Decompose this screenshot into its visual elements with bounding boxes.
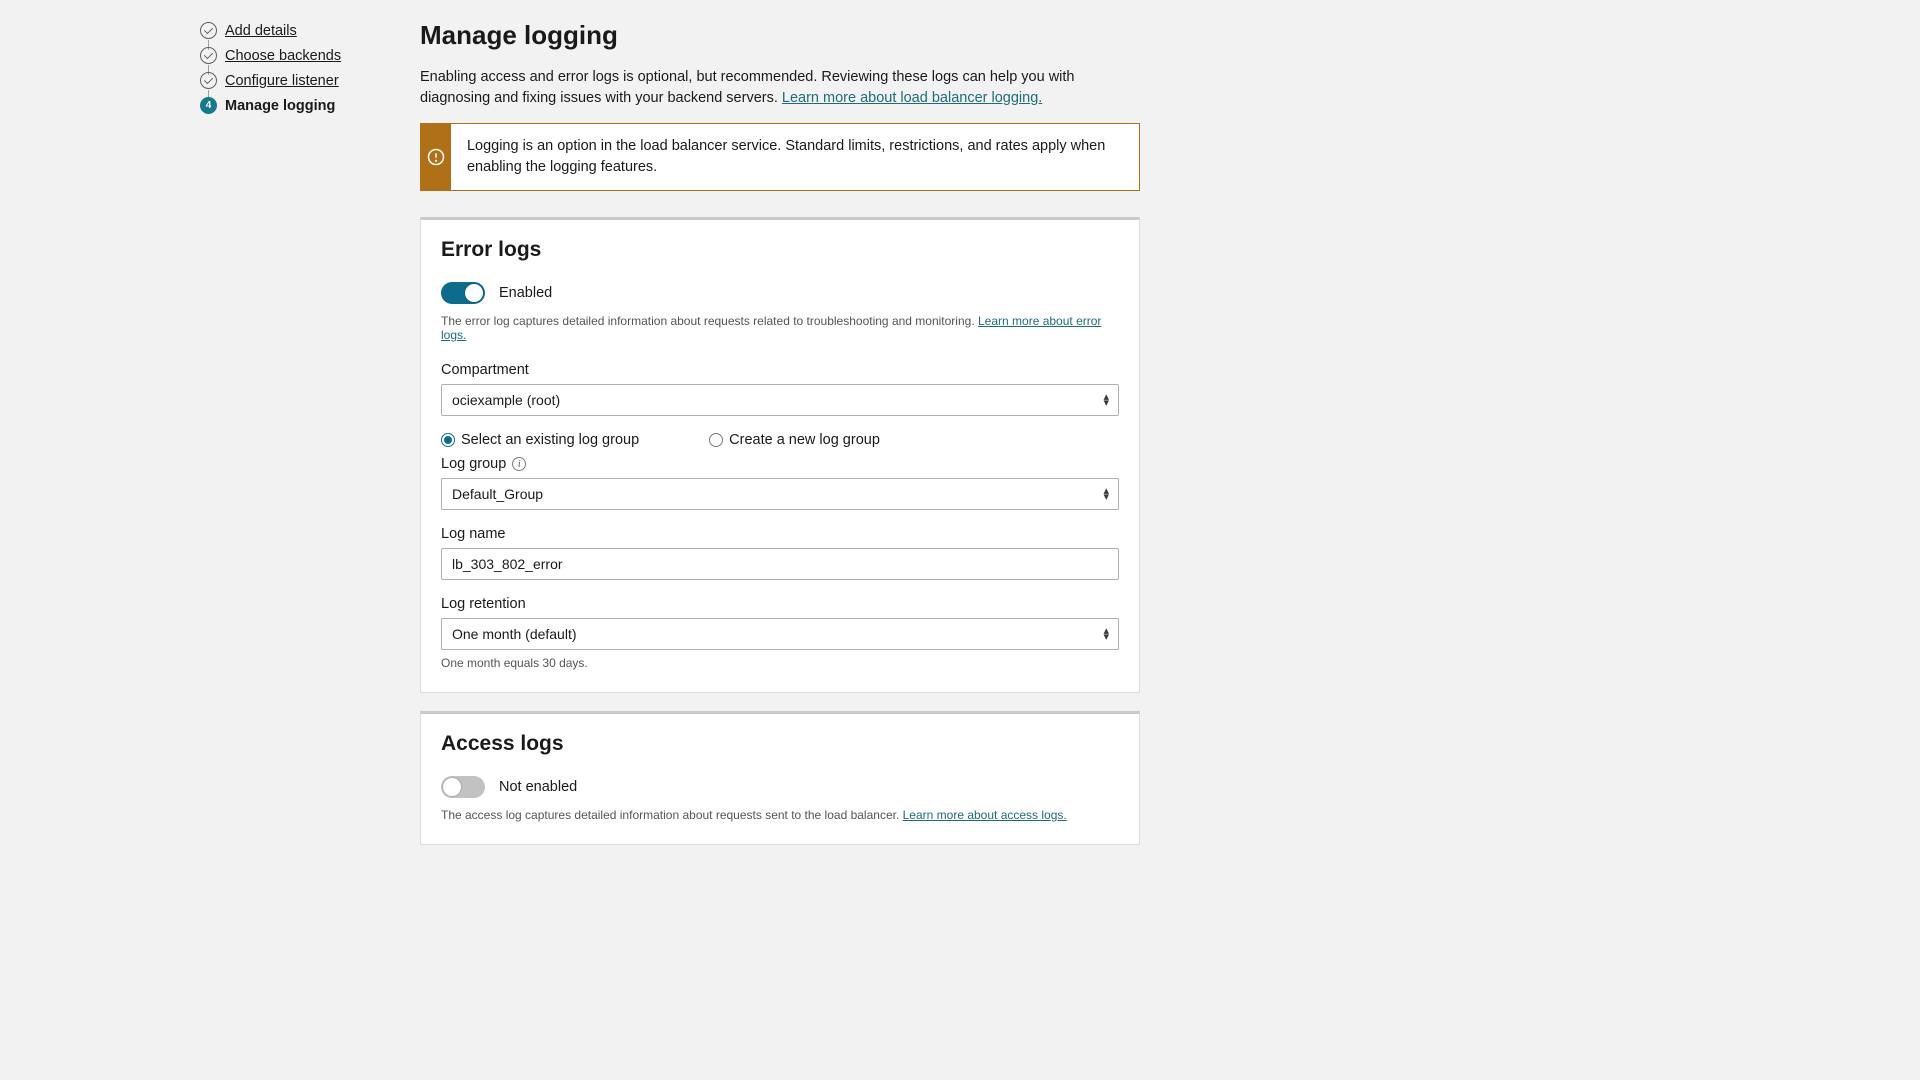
page-title: Manage logging [420, 20, 1140, 51]
chevron-updown-icon: ▴▾ [1103, 394, 1108, 406]
step-configure-listener[interactable]: Configure listener [200, 72, 370, 89]
chevron-updown-icon: ▴▾ [1103, 628, 1108, 640]
step-label: Manage logging [225, 98, 335, 114]
step-manage-logging[interactable]: 4 Manage logging [200, 97, 370, 114]
log-name-field: Log name lb_303_802_error [441, 526, 1119, 580]
select-value: One month (default) [452, 626, 577, 642]
card-title: Access logs [441, 732, 1119, 756]
access-logs-card: Access logs Not enabled The access log c… [420, 711, 1140, 845]
check-icon [200, 72, 217, 89]
radio-label: Select an existing log group [461, 432, 639, 448]
compartment-select[interactable]: ociexample (root) ▴▾ [441, 384, 1119, 416]
error-logs-description: The error log captures detailed informat… [441, 314, 1119, 342]
error-logs-toggle[interactable] [441, 282, 485, 304]
compartment-field: Compartment ociexample (root) ▴▾ [441, 362, 1119, 416]
learn-more-lb-logging-link[interactable]: Learn more about load balancer logging. [782, 90, 1042, 106]
check-icon [200, 22, 217, 39]
check-icon [200, 47, 217, 64]
field-label: Log name [441, 526, 1119, 542]
warning-banner: Logging is an option in the load balance… [420, 123, 1140, 191]
learn-more-access-logs-link[interactable]: Learn more about access logs. [903, 808, 1067, 822]
select-value: Default_Group [452, 486, 543, 502]
field-label: Compartment [441, 362, 1119, 378]
toggle-state-label: Not enabled [499, 779, 577, 795]
step-label[interactable]: Add details [225, 23, 297, 39]
toggle-state-label: Enabled [499, 285, 552, 301]
select-value: ociexample (root) [452, 392, 560, 408]
radio-label: Create a new log group [729, 432, 880, 448]
field-label: Log group i [441, 456, 1119, 472]
step-choose-backends[interactable]: Choose backends [200, 47, 370, 64]
radio-icon [709, 433, 723, 447]
access-logs-toggle[interactable] [441, 776, 485, 798]
main-content: Manage logging Enabling access and error… [420, 20, 1140, 863]
field-help: One month equals 30 days. [441, 656, 1119, 670]
intro-text: Enabling access and error logs is option… [420, 67, 1140, 109]
step-label[interactable]: Choose backends [225, 48, 341, 64]
log-name-input[interactable]: lb_303_802_error [441, 548, 1119, 580]
step-label[interactable]: Configure listener [225, 73, 339, 89]
log-group-select[interactable]: Default_Group ▴▾ [441, 478, 1119, 510]
log-retention-field: Log retention One month (default) ▴▾ One… [441, 596, 1119, 670]
field-label: Log retention [441, 596, 1119, 612]
alert-icon [421, 124, 451, 190]
banner-text: Logging is an option in the load balance… [451, 124, 1139, 190]
error-logs-card: Error logs Enabled The error log capture… [420, 217, 1140, 693]
wizard-steps: Add details Choose backends Configure li… [200, 20, 370, 863]
step-add-details[interactable]: Add details [200, 22, 370, 39]
info-icon[interactable]: i [512, 457, 526, 471]
radio-create-log-group[interactable]: Create a new log group [709, 432, 880, 448]
card-title: Error logs [441, 238, 1119, 262]
log-group-radio-group: Select an existing log group Create a ne… [441, 432, 1119, 448]
chevron-updown-icon: ▴▾ [1103, 488, 1108, 500]
step-number-icon: 4 [200, 97, 217, 114]
log-group-field: Log group i Default_Group ▴▾ [441, 456, 1119, 510]
input-value: lb_303_802_error [452, 556, 563, 572]
access-logs-description: The access log captures detailed informa… [441, 808, 1119, 822]
radio-existing-log-group[interactable]: Select an existing log group [441, 432, 639, 448]
log-retention-select[interactable]: One month (default) ▴▾ [441, 618, 1119, 650]
radio-icon [441, 433, 455, 447]
